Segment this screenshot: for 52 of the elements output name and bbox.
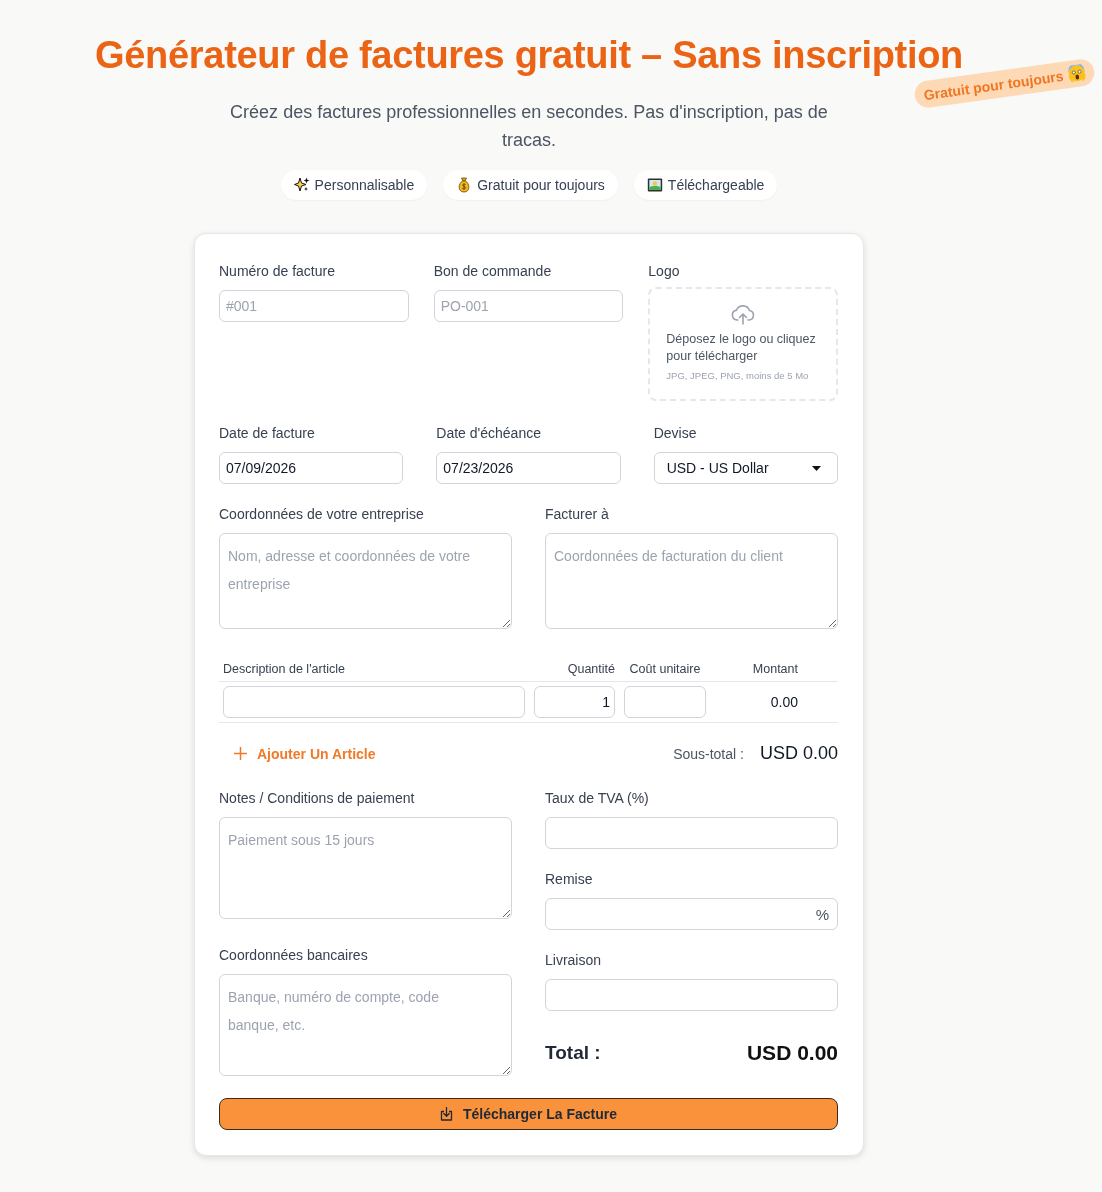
text-area[interactable]: Coordonnées de facturation du client bbox=[545, 533, 838, 629]
currency-select[interactable]: USD - US Dollar bbox=[653, 452, 838, 484]
text-area[interactable]: Nom, adresse et coordonnées de votre entreprise bbox=[219, 533, 512, 629]
logo-dropzone[interactable]: Déposez le logo ou cliquez pour télécharger JPG, JPEG, PNG, moins de 5 Mo bbox=[648, 287, 838, 401]
field-label: Remise bbox=[545, 870, 593, 889]
field-label: Taux de TVA (%) bbox=[545, 789, 649, 808]
screaming-face-icon bbox=[1066, 63, 1087, 83]
percent-input-field[interactable]: % bbox=[545, 898, 838, 930]
column-header: Description de l'article bbox=[223, 661, 346, 677]
column-header: Montant bbox=[752, 661, 798, 677]
field-label: Date d'échéance bbox=[436, 424, 541, 443]
input-field[interactable]: #001 bbox=[219, 290, 409, 322]
feature-label: Personnalisable bbox=[314, 177, 415, 193]
feature-label: Gratuit pour toujours bbox=[477, 177, 605, 193]
download-invoice-button[interactable]: Télécharger La Facture bbox=[219, 1098, 838, 1130]
field-label: Numéro de facture bbox=[219, 262, 335, 281]
amount-value: 0.00 bbox=[770, 694, 798, 710]
subtotal-value: USD 0.00 bbox=[759, 743, 838, 764]
download-icon bbox=[439, 1107, 453, 1121]
field-label: Bon de commande bbox=[433, 262, 552, 281]
field-label: Notes / Conditions de paiement bbox=[219, 789, 415, 808]
upload-hint: JPG, JPEG, PNG, moins de 5 Mo bbox=[666, 369, 809, 383]
upload-cloud-icon bbox=[731, 305, 756, 325]
text-area[interactable]: Paiement sous 15 jours bbox=[219, 817, 512, 919]
subtotal-label: Sous-total : bbox=[673, 745, 744, 762]
field-label: Facturer à bbox=[545, 505, 609, 524]
input-field[interactable] bbox=[545, 817, 838, 849]
caret-icon bbox=[812, 465, 821, 471]
text-area[interactable]: Banque, numéro de compte, code banque, etc. bbox=[219, 974, 512, 1076]
column-header: Quantité bbox=[567, 661, 615, 677]
field-label: Coordonnées de votre entreprise bbox=[219, 505, 424, 524]
field-label: Livraison bbox=[545, 951, 602, 970]
column-header: Coût unitaire bbox=[629, 661, 701, 677]
field-label: Coordonnées bancaires bbox=[219, 946, 368, 965]
total-value: USD 0.00 bbox=[746, 1041, 838, 1065]
sparkle-icon bbox=[293, 177, 310, 193]
field-label: Logo bbox=[648, 262, 680, 281]
input-field[interactable] bbox=[545, 979, 838, 1011]
date-field[interactable]: 07/23/2026 bbox=[436, 452, 621, 484]
date-field[interactable]: 07/09/2026 bbox=[219, 452, 404, 484]
subtitle: Créez des factures professionnelles en secondes. Pas d'inscription, pas de tracas. bbox=[229, 101, 829, 152]
total-label: Total : bbox=[545, 1042, 601, 1064]
field-label: Date de facture bbox=[219, 424, 315, 443]
plus-icon bbox=[234, 747, 247, 760]
field-label: Devise bbox=[653, 424, 697, 443]
unit-cost-field[interactable] bbox=[624, 686, 706, 718]
description-field[interactable] bbox=[223, 686, 525, 718]
upload-prompt: Déposez le logo ou cliquez pour télécharger bbox=[666, 331, 817, 365]
input-field[interactable]: PO-001 bbox=[433, 290, 624, 322]
feature-label: Téléchargeable bbox=[667, 177, 765, 193]
framed-picture-icon bbox=[646, 177, 663, 193]
quantity-field[interactable]: 1 bbox=[534, 686, 615, 718]
